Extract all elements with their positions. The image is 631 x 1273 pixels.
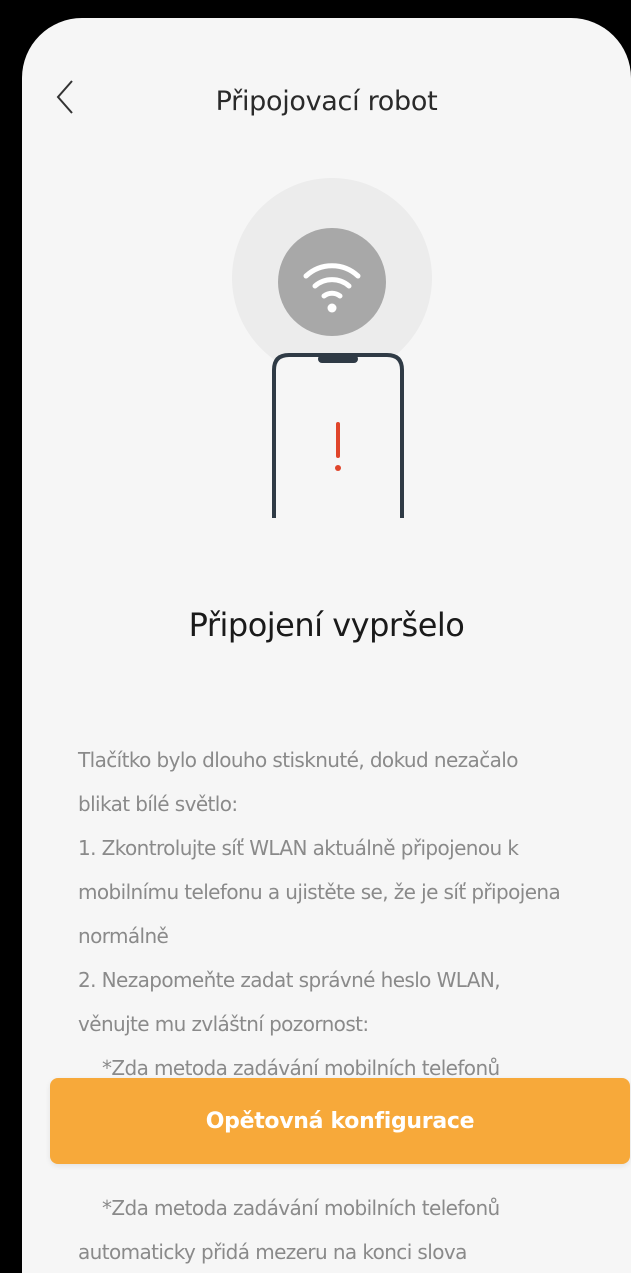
phone-icon <box>272 353 404 518</box>
instruction-line: 1. Zkontrolujte síť WLAN aktuálně připoj… <box>78 836 519 860</box>
instruction-line: normálně <box>78 924 169 948</box>
instruction-line: 2. Nezapomeňte zadat správné heslo WLAN, <box>78 968 501 992</box>
device-frame: Připojovací robot Připojení vypršelo Tla… <box>0 0 631 1273</box>
reconfigure-button[interactable]: Opětovná konfigurace <box>50 1078 630 1164</box>
instruction-line: Tlačítko bylo dlouho stisknuté, dokud ne… <box>78 748 518 772</box>
instruction-line: mobilnímu telefonu a ujistěte se, že je … <box>78 880 561 904</box>
phone-illustration <box>270 352 406 522</box>
status-heading: Připojení vypršelo <box>188 606 465 644</box>
app-screen: Připojovací robot Připojení vypršelo Tla… <box>22 18 631 1273</box>
page-title: Připojovací robot <box>215 86 438 117</box>
instruction-line: *Zda metoda zadávání mobilních telefonů <box>102 1196 500 1220</box>
wifi-icon <box>303 263 361 313</box>
reconfigure-button-label: Opětovná konfigurace <box>205 1108 475 1134</box>
instruction-line: věnujte mu zvláštní pozornost: <box>78 1012 369 1036</box>
wifi-badge <box>278 228 386 336</box>
instruction-line: automaticky přidá mezeru na konci slova <box>78 1240 467 1264</box>
instructions-text: Tlačítko bylo dlouho stisknuté, dokud ne… <box>78 738 618 1273</box>
instruction-line: blikat bílé světlo: <box>78 792 238 816</box>
